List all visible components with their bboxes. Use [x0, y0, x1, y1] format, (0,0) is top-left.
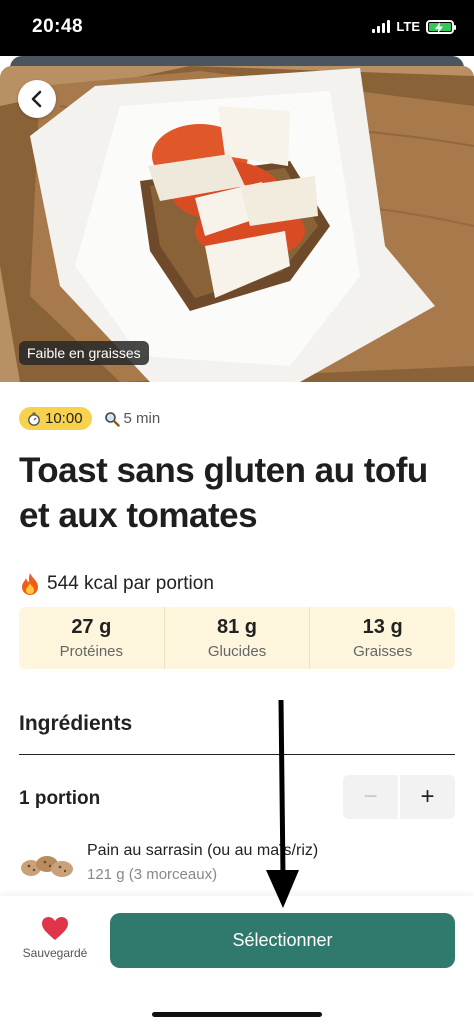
heart-icon — [42, 917, 68, 940]
macro-label: Protéines — [59, 643, 124, 660]
prep-time-value: 5 min — [123, 410, 161, 427]
prep-time: 5 min — [104, 410, 161, 427]
signal-icon — [372, 20, 391, 33]
macro-label: Graisses — [353, 643, 413, 660]
meta-row: 10:00 5 min — [19, 407, 160, 430]
ingredients-heading: Ingrédients — [19, 712, 133, 735]
ingredient-name: Pain au sarrasin (ou au maïs/riz) — [87, 842, 319, 859]
macro-carbs: 81 g Glucides — [165, 607, 311, 669]
macro-value: 81 g — [216, 616, 258, 638]
macro-value: 27 g — [71, 616, 112, 638]
chevron-left-icon — [31, 90, 42, 108]
fire-icon — [22, 573, 38, 595]
bottom-action-bar: Sauvegardé Sélectionner — [0, 896, 474, 1026]
cook-time: 10:00 — [45, 410, 83, 427]
stopwatch-icon — [28, 412, 40, 426]
macro-protein: 27 g Protéines — [19, 607, 165, 669]
home-indicator[interactable] — [152, 1012, 322, 1017]
kcal-text: 544 kcal par portion — [47, 573, 214, 594]
recipe-photo — [0, 66, 474, 382]
network-type: LTE — [396, 19, 420, 34]
portion-stepper: − + — [343, 775, 455, 819]
ingredient-item[interactable]: Pain au sarrasin (ou au maïs/riz) 121 g … — [19, 838, 455, 894]
back-button[interactable] — [18, 80, 56, 118]
macros-panel: 27 g Protéines 81 g Glucides 13 g Graiss… — [19, 607, 455, 669]
increase-portion-button[interactable]: + — [400, 775, 455, 819]
decrease-portion-button[interactable]: − — [343, 775, 400, 819]
buckwheat-bread-icon — [21, 856, 73, 877]
status-indicators: LTE — [372, 19, 456, 34]
kcal-row: 544 kcal par portion — [19, 572, 214, 596]
macro-fat: 13 g Graisses — [310, 607, 455, 669]
macro-value: 13 g — [362, 616, 403, 638]
cook-time-badge: 10:00 — [19, 407, 92, 430]
low-fat-badge: Faible en graisses — [19, 341, 149, 365]
divider — [19, 754, 455, 755]
saved-label: Sauvegardé — [22, 946, 88, 960]
status-time: 20:48 — [32, 16, 84, 37]
portion-count: 1 portion — [19, 788, 101, 809]
select-button[interactable]: Sélectionner — [110, 913, 455, 968]
macro-label: Glucides — [207, 643, 267, 660]
saved-button[interactable]: Sauvegardé — [14, 916, 96, 960]
battery-icon — [426, 19, 456, 34]
ingredient-quantity: 121 g (3 morceaux) — [87, 866, 218, 883]
recipe-title: Toast sans gluten au tofu et aux tomates — [19, 451, 428, 535]
status-bar: 20:48 LTE — [0, 0, 474, 56]
magnifier-icon — [104, 411, 120, 427]
